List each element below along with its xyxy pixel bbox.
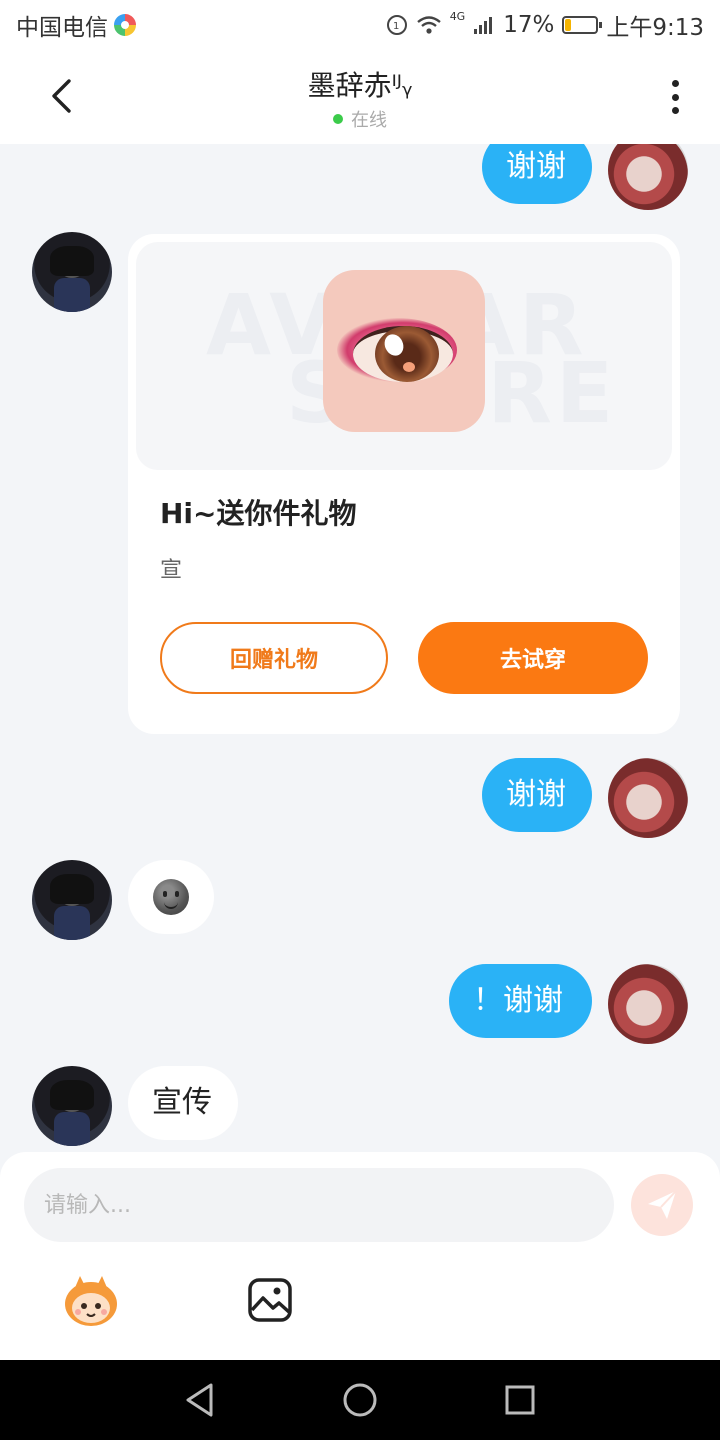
- send-button[interactable]: [631, 1174, 693, 1236]
- mascot-sticker-button[interactable]: [60, 1272, 122, 1328]
- message-bubble-sent[interactable]: 谢谢: [482, 144, 592, 204]
- send-icon: [648, 1190, 677, 1219]
- status-bar: 中国电信 1 4G 17% 上午9:13: [0, 0, 720, 50]
- my-avatar[interactable]: [608, 758, 688, 838]
- mascot-sticker-icon: [65, 1276, 117, 1326]
- message-bubble-received[interactable]: [128, 860, 214, 934]
- chat-header: 墨辞赤ᴵᴶᵧ 在线: [0, 50, 720, 144]
- signal-icon: [473, 15, 495, 35]
- carrier-logo-icon: [114, 14, 136, 36]
- wifi-icon: [416, 15, 442, 35]
- nav-back-button[interactable]: [178, 1378, 222, 1422]
- try-on-button[interactable]: 去试穿: [418, 622, 648, 694]
- message-bubble-sent[interactable]: ！谢谢: [449, 964, 592, 1038]
- contact-name: 墨辞赤ᴵᴶᵧ: [307, 69, 413, 102]
- battery-percent: 17%: [503, 12, 555, 38]
- online-status-dot: [333, 114, 343, 124]
- composer-panel: [0, 1152, 720, 1360]
- gift-message-text: 宣: [160, 558, 183, 583]
- my-avatar[interactable]: [608, 964, 688, 1044]
- triangle-back-icon: [186, 1383, 213, 1417]
- message-bubble-sent[interactable]: 谢谢: [482, 758, 592, 832]
- battery-icon: [562, 16, 603, 34]
- gift-preview-area: AVATAR STORE: [136, 242, 672, 470]
- nav-recents-button[interactable]: [498, 1378, 542, 1422]
- network-type: 4G: [449, 10, 466, 23]
- chat-message-list[interactable]: 谢谢 AVATAR STORE Hi~送你件礼物 宣 回赠礼物 去试穿 谢谢: [0, 144, 720, 1154]
- contact-avatar[interactable]: [32, 860, 112, 940]
- more-dots-icon: [671, 80, 679, 87]
- return-gift-button[interactable]: 回赠礼物: [160, 622, 388, 694]
- my-avatar[interactable]: [608, 144, 688, 210]
- gift-title: Hi~送你件礼物: [160, 497, 357, 530]
- message-bubble-received[interactable]: 宣传: [128, 1066, 238, 1140]
- contact-avatar[interactable]: [32, 1066, 112, 1146]
- nav-home-button[interactable]: [338, 1378, 382, 1422]
- gift-message-card[interactable]: AVATAR STORE Hi~送你件礼物 宣 回赠礼物 去试穿: [128, 234, 680, 734]
- system-navigation-bar: [0, 1360, 720, 1440]
- data-saver-icon: 1: [386, 14, 408, 36]
- message-input[interactable]: [24, 1168, 614, 1242]
- gift-eye-item-image: [323, 270, 485, 432]
- more-options-button[interactable]: [660, 76, 690, 118]
- online-status: 在线: [351, 110, 387, 131]
- contact-avatar[interactable]: [32, 232, 112, 312]
- square-recents-icon: [505, 1385, 535, 1415]
- carrier-name: 中国电信: [16, 15, 108, 41]
- circle-home-icon: [343, 1383, 377, 1417]
- smiley-face-icon: [153, 879, 189, 915]
- clock: 上午9:13: [606, 15, 704, 41]
- image-icon: [248, 1278, 292, 1322]
- svg-text:1: 1: [393, 21, 399, 32]
- image-picker-button[interactable]: [246, 1276, 294, 1324]
